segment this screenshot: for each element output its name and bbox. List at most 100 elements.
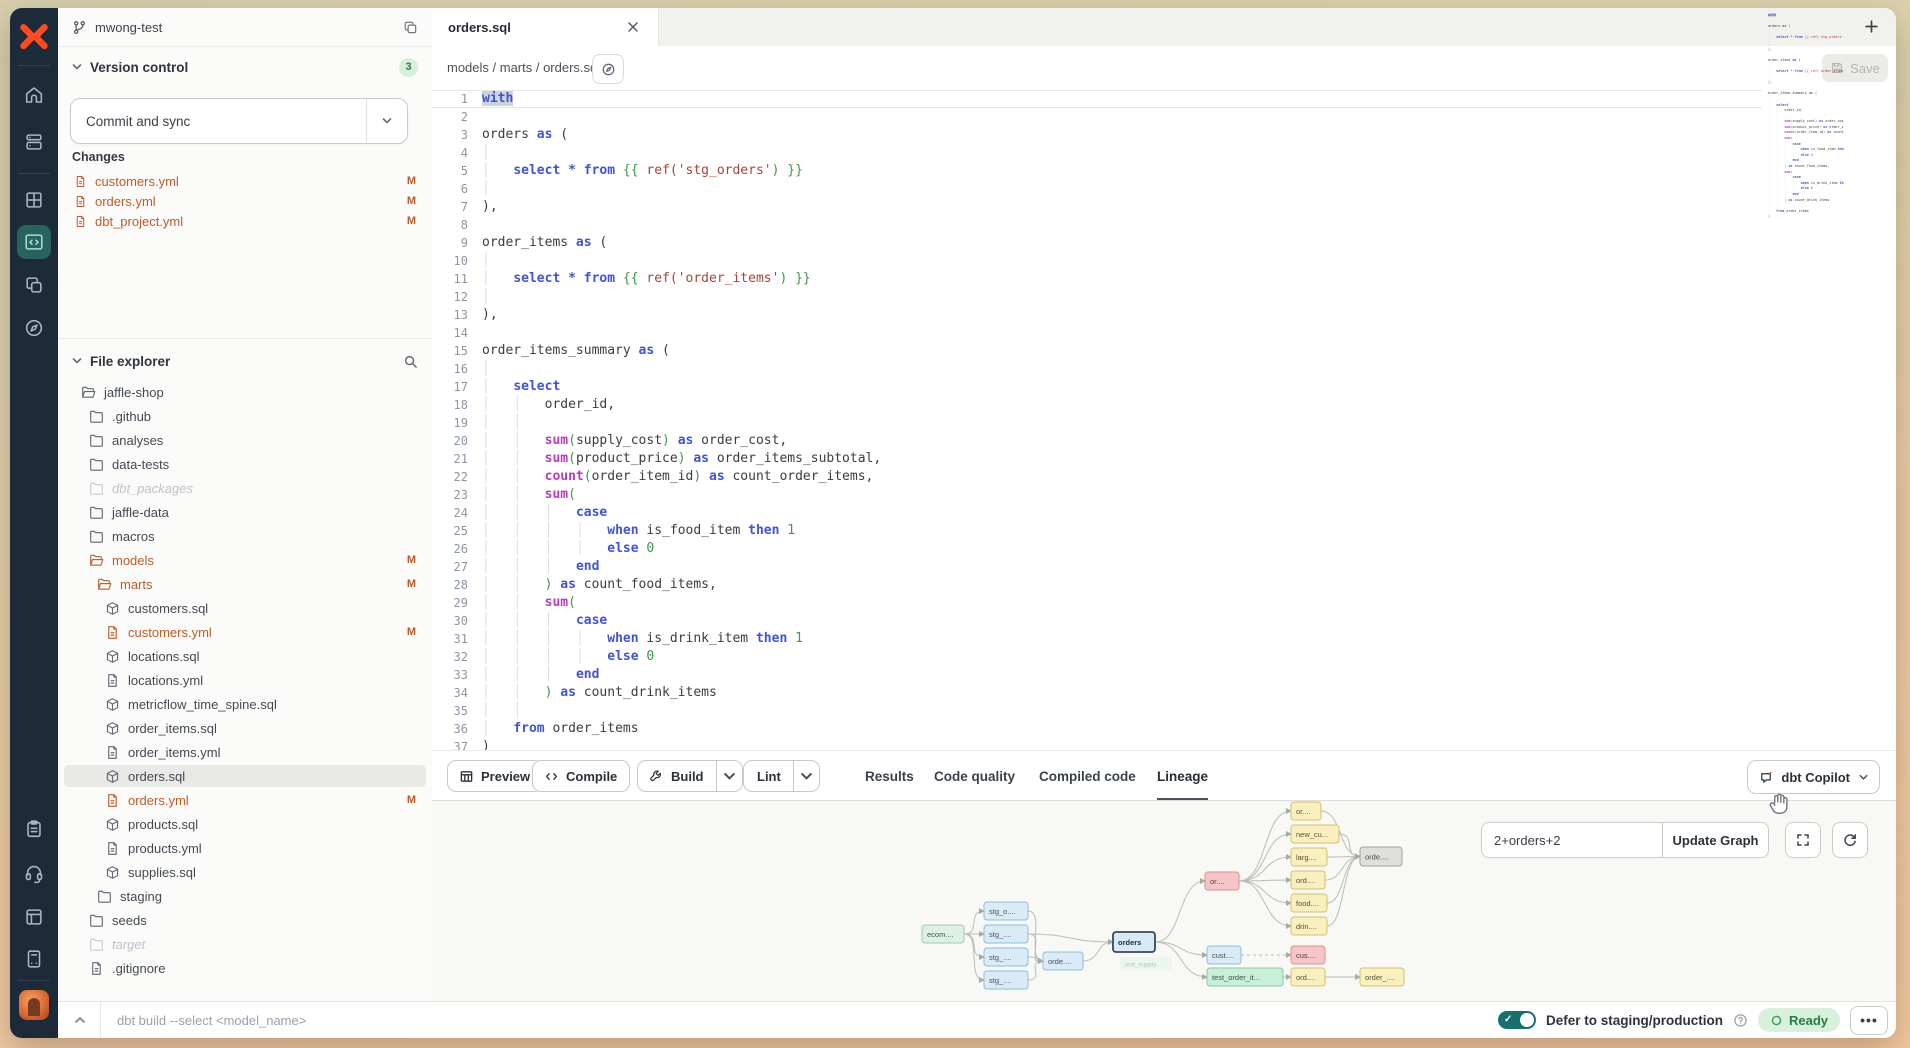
account-avatar[interactable] [19,990,49,1020]
lineage-node-y3[interactable]: larg.... [1291,848,1327,866]
code-line[interactable]: 29│ │ sum( [432,594,1762,612]
more-options-button[interactable]: ••• [1850,1006,1888,1035]
lineage-node-y8[interactable]: order_.... [1360,968,1404,986]
file-tree-item-products-sql[interactable]: products.sql [58,812,432,836]
code-line[interactable]: 18│ │ order_id, [432,396,1762,414]
build-button[interactable]: Build [637,760,743,792]
code-line[interactable]: 30│ │ │ case [432,612,1762,630]
chevron-down-icon[interactable] [71,355,83,367]
code-line[interactable]: 22│ │ count(order_item_id) as count_orde… [432,468,1762,486]
file-tree-item-analyses[interactable]: analyses [58,428,432,452]
file-explorer-header[interactable]: File explorer [58,348,432,374]
lint-button[interactable]: Lint [743,760,820,792]
lineage-node-y4[interactable]: ord.... [1291,871,1325,889]
file-tree-item-customers-yml[interactable]: customers.ymlM [58,620,432,644]
lineage-node-go[interactable]: orde.... [1360,847,1402,866]
results-tab-code-quality[interactable]: Code quality [934,751,1015,801]
support-headset-icon[interactable] [23,862,45,884]
changed-file-item[interactable]: customers.ymlM [58,171,432,191]
version-control-header[interactable]: Version control 3 [58,54,432,80]
notebook-icon[interactable] [23,906,45,928]
search-icon[interactable] [403,354,418,369]
code-line[interactable]: 17│ select [432,378,1762,396]
code-line[interactable]: 5│ select * from {{ ref('stg_orders') }} [432,162,1762,180]
update-graph-button[interactable]: Update Graph [1662,822,1769,858]
copy-branch-icon[interactable] [403,20,418,35]
file-tree-item-target[interactable]: target [58,932,432,956]
clipboard-icon[interactable] [23,818,45,840]
lineage-node-cust[interactable]: cust.... [1207,946,1241,964]
code-line[interactable]: 8 [432,216,1762,234]
file-tree-item-locations-sql[interactable]: locations.sql [58,644,432,668]
code-line[interactable]: 26│ │ │ │ else 0 [432,540,1762,558]
changed-file-item[interactable]: orders.ymlM [58,191,432,211]
code-line[interactable]: 15order_items_summary as ( [432,342,1762,360]
lineage-node-y7[interactable]: ord.... [1291,968,1325,986]
file-tree-item-locations-yml[interactable]: locations.yml [58,668,432,692]
file-tree-item-order-items-yml[interactable]: order_items.yml [58,740,432,764]
code-line[interactable]: 33│ │ │ end [432,666,1762,684]
environments-icon[interactable] [23,131,45,153]
code-line[interactable]: 13), [432,306,1762,324]
close-tab-icon[interactable] [626,20,640,34]
lineage-node-stg_b[interactable]: stg_.... [984,948,1028,966]
lineage-node-orde1[interactable]: orde.... [1043,952,1083,970]
results-tab-lineage[interactable]: Lineage [1157,751,1208,801]
file-tree-item-dbt-packages[interactable]: dbt_packages [58,476,432,500]
code-line[interactable]: 12│ [432,288,1762,306]
file-tree-item-jaffle-shop[interactable]: jaffle-shop [58,380,432,404]
home-icon[interactable] [23,84,45,106]
commit-and-sync-button[interactable]: Commit and sync [70,98,408,144]
explore-compass-icon[interactable] [23,317,45,339]
lineage-node-stg_c[interactable]: stg_.... [984,971,1028,989]
code-line[interactable]: 10│ [432,252,1762,270]
lineage-node-y5[interactable]: food.... [1291,894,1327,912]
code-line[interactable]: 20│ │ sum(supply_cost) as order_cost, [432,432,1762,450]
code-line[interactable]: 4│ [432,144,1762,162]
orchestrate-icon[interactable] [23,274,45,296]
file-tree-item-customers-sql[interactable]: customers.sql [58,596,432,620]
code-line[interactable]: 21│ │ sum(product_price) as order_items_… [432,450,1762,468]
new-tab-plus-icon[interactable] [1863,18,1880,35]
lineage-node-ecom[interactable]: ecom.... [922,925,964,943]
code-line[interactable]: 16│ [432,360,1762,378]
fullscreen-button[interactable] [1785,822,1821,858]
lint-options-chevron[interactable] [793,761,819,791]
file-tree-item-seeds[interactable]: seeds [58,908,432,932]
dbt-copilot-button[interactable]: dbt Copilot [1747,760,1880,794]
file-tree-item-staging[interactable]: staging [58,884,432,908]
code-line[interactable]: 35│ │ [432,702,1762,720]
dbt-logo-icon[interactable] [18,22,50,54]
file-tree-item-macros[interactable]: macros [58,524,432,548]
code-line[interactable]: 27│ │ │ end [432,558,1762,576]
changed-file-item[interactable]: dbt_project.ymlM [58,211,432,231]
code-line[interactable]: 3orders as ( [432,126,1762,144]
file-tree-item-products-yml[interactable]: products.yml [58,836,432,860]
expand-command-bar-icon[interactable] [72,1012,88,1028]
file-tree-item-marts[interactable]: martsM [58,572,432,596]
lineage-node-orp[interactable]: or.... [1205,872,1239,890]
results-tab-compiled-code[interactable]: Compiled code [1039,751,1136,801]
code-line[interactable]: 14 [432,324,1762,342]
lineage-node-y1[interactable]: or.... [1291,802,1321,820]
command-input[interactable]: dbt build --select <model_name> [117,1013,306,1028]
code-line[interactable]: 23│ │ sum( [432,486,1762,504]
open-in-explorer-button[interactable] [592,54,624,84]
file-tree-item-metricflow-time-spine-sql[interactable]: metricflow_time_spine.sql [58,692,432,716]
help-circle-icon[interactable] [1733,1013,1748,1028]
code-line[interactable]: 37) [432,738,1762,750]
lineage-node-tord[interactable]: test_order_it... [1207,968,1283,986]
file-tree-item-models[interactable]: modelsM [58,548,432,572]
build-options-chevron[interactable] [716,761,742,791]
file-tree-item-order-items-sql[interactable]: order_items.sql [58,716,432,740]
lineage-node-stg_a[interactable]: stg_.... [984,925,1028,943]
refresh-graph-button[interactable] [1832,822,1868,858]
code-line[interactable]: 1with [432,90,1762,108]
apps-grid-icon[interactable] [23,189,45,211]
code-line[interactable]: 24│ │ │ case [432,504,1762,522]
file-tree-item-orders-yml[interactable]: orders.ymlM [58,788,432,812]
file-tree-item--github[interactable]: .github [58,404,432,428]
file-tree-item-orders-sql[interactable]: orders.sql [58,764,432,788]
compile-button[interactable]: Compile [532,760,630,792]
code-line[interactable]: 2 [432,108,1762,126]
